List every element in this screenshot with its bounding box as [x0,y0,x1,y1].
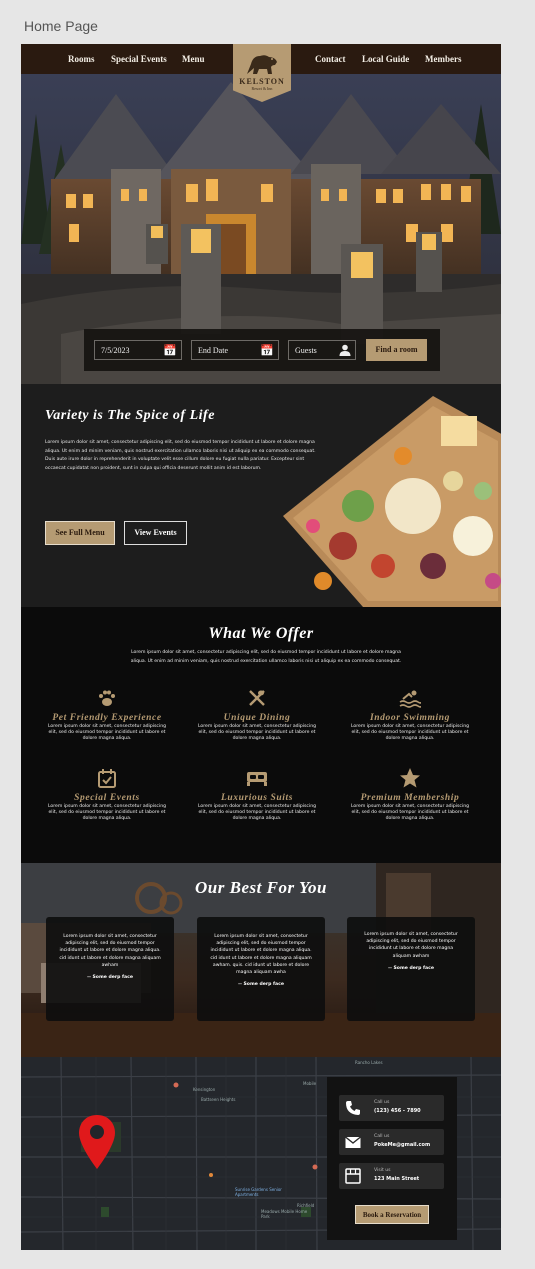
testimonial-quote: Lorem ipsum dolor sit amet, consectetur … [210,934,312,976]
call-label: Call us [374,1100,390,1105]
map-label-battseen: Battseen Heights [201,1097,236,1102]
testimonial-author: -- Some derp face [87,975,133,981]
visit-row[interactable]: Visit us 123 Main Street [339,1163,444,1189]
visit-value: 123 Main Street [374,1176,420,1182]
map-label-meadows: Meadows Mobile Home Park [261,1209,308,1219]
dining-icon [187,687,327,709]
canvas-frame-label: Home Page [24,18,98,34]
map-label-rancho-lakes: Rancho Lakes [355,1060,383,1065]
home-page-frame: Rooms Special Events Menu Contact Local … [21,44,501,1250]
location-pin-icon[interactable] [79,1115,115,1169]
service-special-events: Special Events Lorem ipsum dolor sit ame… [37,767,177,823]
find-room-button[interactable]: Find a room [366,339,427,361]
service-desc: Lorem ipsum dolor sit amet, consectetur … [350,804,470,822]
book-reservation-button[interactable]: Book a Reservation [355,1205,429,1224]
testimonial-card: Lorem ipsum dolor sit amet, consectetur … [197,917,325,1021]
service-premium-membership: Premium Membership Lorem ipsum dolor sit… [340,767,480,823]
calendar-icon: 📅 [163,345,177,357]
map-label-kensington: Kensington [193,1087,216,1092]
logo-tagline: Resort & Inn [251,86,273,91]
service-indoor-swimming: Indoor Swimming Lorem ipsum dolor sit am… [340,687,480,743]
service-title: Unique Dining [223,713,291,723]
testimonial-card: Lorem ipsum dolor sit amet, consectetur … [347,917,475,1021]
bear-icon [247,55,277,74]
service-unique-dining: Unique Dining Lorem ipsum dolor sit amet… [187,687,327,743]
visit-label: Visit us [374,1168,391,1173]
offer-title: What We Offer [208,625,314,642]
nav-link-special-events[interactable]: Special Events [111,54,167,64]
contact-panel: Call us (123) 456 - 7890 Call us PokeMe@… [327,1077,457,1240]
calendar-icon: 📅 [260,345,274,357]
calendar-check-icon [37,767,177,789]
service-desc: Lorem ipsum dolor sit amet, consectetur … [47,724,167,742]
guests-field[interactable]: Guests [288,340,356,360]
start-date-field[interactable]: 7/5/2023 📅 [94,340,182,360]
service-title: Luxurious Suits [220,793,294,803]
view-events-button[interactable]: View Events [124,521,187,545]
bed-icon [187,767,327,789]
guests-placeholder: Guests [295,346,317,355]
variety-body: Lorem ipsum dolor sit amet, consectetur … [45,440,316,472]
service-title: Premium Membership [360,793,460,803]
start-date-value: 7/5/2023 [101,346,130,355]
service-title: Special Events [74,793,140,803]
service-title: Pet Friendly Experience [52,713,162,723]
person-icon [339,344,351,359]
testimonials-section: Our Best For You Lorem ipsum dolor sit a… [21,863,501,1057]
logo-name: KELSTON [239,77,285,86]
service-pet-friendly: Pet Friendly Experience Lorem ipsum dolo… [37,687,177,743]
paw-icon [37,687,177,709]
email-row[interactable]: Call us PokeMe@gmail.com [339,1129,444,1155]
offer-intro: Lorem ipsum dolor sit amet, consectetur … [130,650,402,664]
phone-icon [345,1100,361,1116]
service-desc: Lorem ipsum dolor sit amet, consectetur … [350,724,470,742]
service-desc: Lorem ipsum dolor sit amet, consectetur … [47,804,167,822]
testimonial-quote: Lorem ipsum dolor sit amet, consectetur … [364,932,458,959]
testimonials-title: Our Best For You [195,878,327,897]
service-desc: Lorem ipsum dolor sit amet, consectetur … [197,724,317,742]
variety-title: Variety is The Spice of Life [45,408,215,423]
booking-bar: 7/5/2023 📅 End Date 📅 Guests Find a room [84,329,440,371]
envelope-icon [345,1134,361,1150]
nav-link-rooms[interactable]: Rooms [68,54,95,64]
swimming-icon [340,687,480,709]
service-title: Indoor Swimming [369,713,450,723]
service-luxurious-suits: Luxurious Suits Lorem ipsum dolor sit am… [187,767,327,823]
star-icon [340,767,480,789]
testimonial-quote: Lorem ipsum dolor sit amet, consectetur … [59,934,161,968]
call-row[interactable]: Call us (123) 456 - 7890 [339,1095,444,1121]
brand-logo[interactable]: KELSTON Resort & Inn [233,44,291,102]
variety-section: Variety is The Spice of Life Lorem ipsum… [21,384,501,607]
email-value: PokeMe@gmail.com [374,1142,431,1148]
end-date-placeholder: End Date [198,346,228,355]
charcuterie-board-image [283,396,501,607]
nav-link-menu[interactable]: Menu [182,54,205,64]
call-value: (123) 456 - 7890 [374,1108,421,1114]
storefront-icon [345,1168,361,1184]
testimonial-author: -- Some derp face [238,982,284,988]
nav-link-members[interactable]: Members [425,54,461,64]
service-desc: Lorem ipsum dolor sit amet, consectetur … [197,804,317,822]
offer-section: What We Offer Lorem ipsum dolor sit amet… [21,607,501,863]
testimonial-card: Lorem ipsum dolor sit amet, consectetur … [46,917,174,1021]
testimonial-author: -- Some derp face [388,965,434,971]
nav-link-contact[interactable]: Contact [315,54,346,64]
map-label-mobile: Mobile [303,1081,317,1086]
location-map[interactable]: Kensington Battseen Heights Sunrise Gard… [21,1057,501,1250]
map-label-richfield: Richfield [297,1203,315,1208]
end-date-field[interactable]: End Date 📅 [191,340,279,360]
email-label: Call us [374,1134,390,1139]
map-label-sunrise: Sunrise Gardens Senior Apartments [235,1187,282,1197]
hero-section: 7/5/2023 📅 End Date 📅 Guests Find a room [21,74,501,384]
nav-link-local-guide[interactable]: Local Guide [362,54,409,64]
see-full-menu-button[interactable]: See Full Menu [45,521,115,545]
